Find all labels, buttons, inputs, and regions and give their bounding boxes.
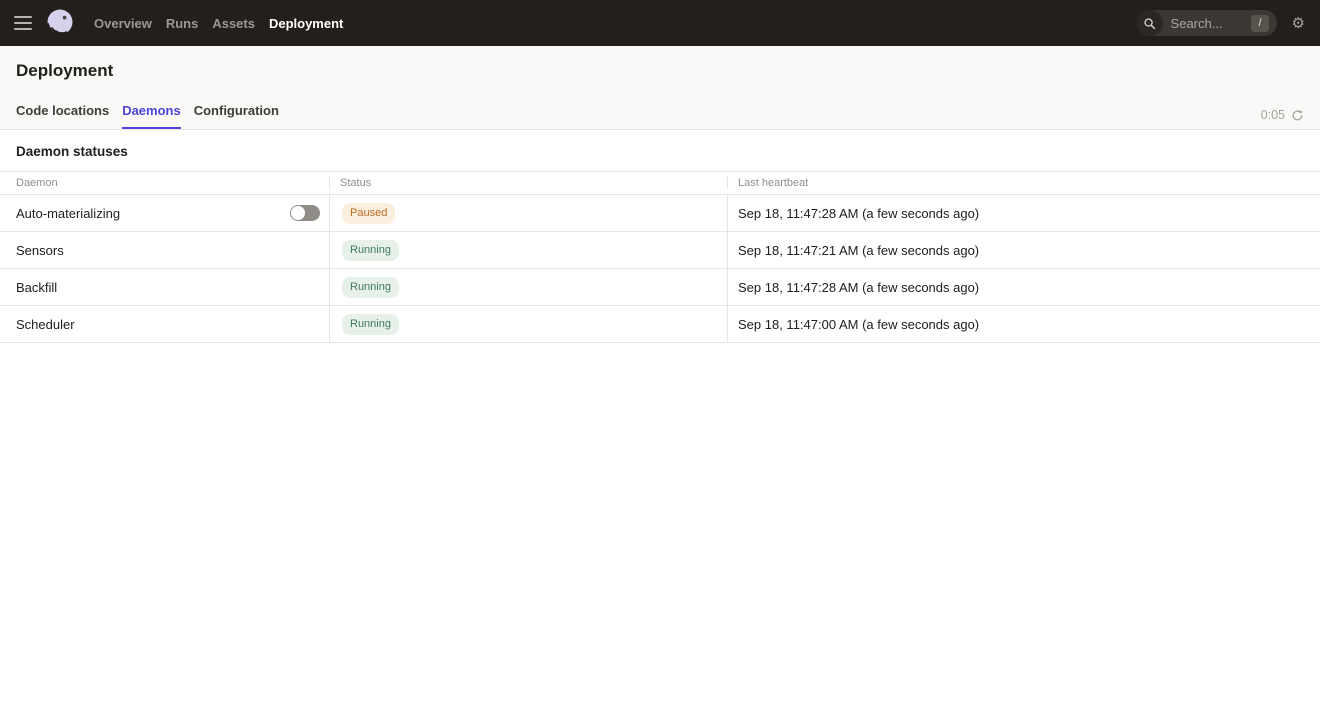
table-row: Auto-materializing Paused Sep 18, 11:47:…: [0, 195, 1320, 232]
refresh-control[interactable]: 0:05: [1261, 108, 1304, 122]
main-nav: Overview Runs Assets Deployment: [94, 16, 343, 31]
settings-gear-icon[interactable]: ⚙: [1292, 16, 1305, 31]
search-icon: [1137, 10, 1163, 36]
daemon-name: Auto-materializing: [16, 206, 120, 221]
column-header-daemon: Daemon: [0, 177, 329, 189]
column-header-status: Status: [329, 177, 727, 189]
main-content: Daemon statuses Daemon Status Last heart…: [0, 130, 1320, 343]
top-navigation-bar: Overview Runs Assets Deployment Search..…: [0, 0, 1320, 46]
tab-bar: Code locations Daemons Configuration: [0, 81, 1320, 129]
daemon-name: Scheduler: [16, 317, 75, 332]
status-badge: Running: [342, 240, 399, 261]
section-title: Daemon statuses: [0, 130, 1320, 171]
nav-item-runs[interactable]: Runs: [166, 16, 199, 31]
dagster-logo-icon[interactable]: [45, 8, 75, 38]
daemon-statuses-table: Daemon Status Last heartbeat Auto-materi…: [0, 171, 1320, 343]
topbar-right-group: Search... / ⚙: [1137, 10, 1305, 36]
refresh-icon[interactable]: [1291, 109, 1304, 122]
tab-code-locations[interactable]: Code locations: [16, 103, 109, 129]
last-heartbeat: Sep 18, 11:47:28 AM (a few seconds ago): [727, 269, 1320, 305]
table-row: Sensors Running Sep 18, 11:47:21 AM (a f…: [0, 232, 1320, 269]
refresh-countdown: 0:05: [1261, 108, 1285, 122]
tab-daemons[interactable]: Daemons: [122, 103, 181, 129]
table-row: Backfill Running Sep 18, 11:47:28 AM (a …: [0, 269, 1320, 306]
table-row: Scheduler Running Sep 18, 11:47:00 AM (a…: [0, 306, 1320, 343]
hamburger-menu-icon[interactable]: [14, 16, 32, 30]
search-shortcut-badge: /: [1251, 15, 1268, 32]
daemon-name: Backfill: [16, 280, 57, 295]
page-header: Deployment Code locations Daemons Config…: [0, 46, 1320, 130]
nav-item-overview[interactable]: Overview: [94, 16, 152, 31]
last-heartbeat: Sep 18, 11:47:00 AM (a few seconds ago): [727, 306, 1320, 342]
status-badge: Paused: [342, 203, 395, 224]
table-header-row: Daemon Status Last heartbeat: [0, 171, 1320, 195]
column-header-heartbeat: Last heartbeat: [727, 177, 1320, 189]
tab-configuration[interactable]: Configuration: [194, 103, 279, 129]
status-badge: Running: [342, 277, 399, 298]
search-placeholder: Search...: [1171, 16, 1252, 31]
last-heartbeat: Sep 18, 11:47:21 AM (a few seconds ago): [727, 232, 1320, 268]
page-title: Deployment: [0, 46, 1320, 81]
status-badge: Running: [342, 314, 399, 335]
last-heartbeat: Sep 18, 11:47:28 AM (a few seconds ago): [727, 195, 1320, 231]
search-input[interactable]: Search... /: [1137, 10, 1277, 36]
daemon-name: Sensors: [16, 243, 64, 258]
nav-item-deployment[interactable]: Deployment: [269, 16, 343, 31]
nav-item-assets[interactable]: Assets: [212, 16, 255, 31]
auto-materializing-toggle[interactable]: [290, 205, 320, 221]
